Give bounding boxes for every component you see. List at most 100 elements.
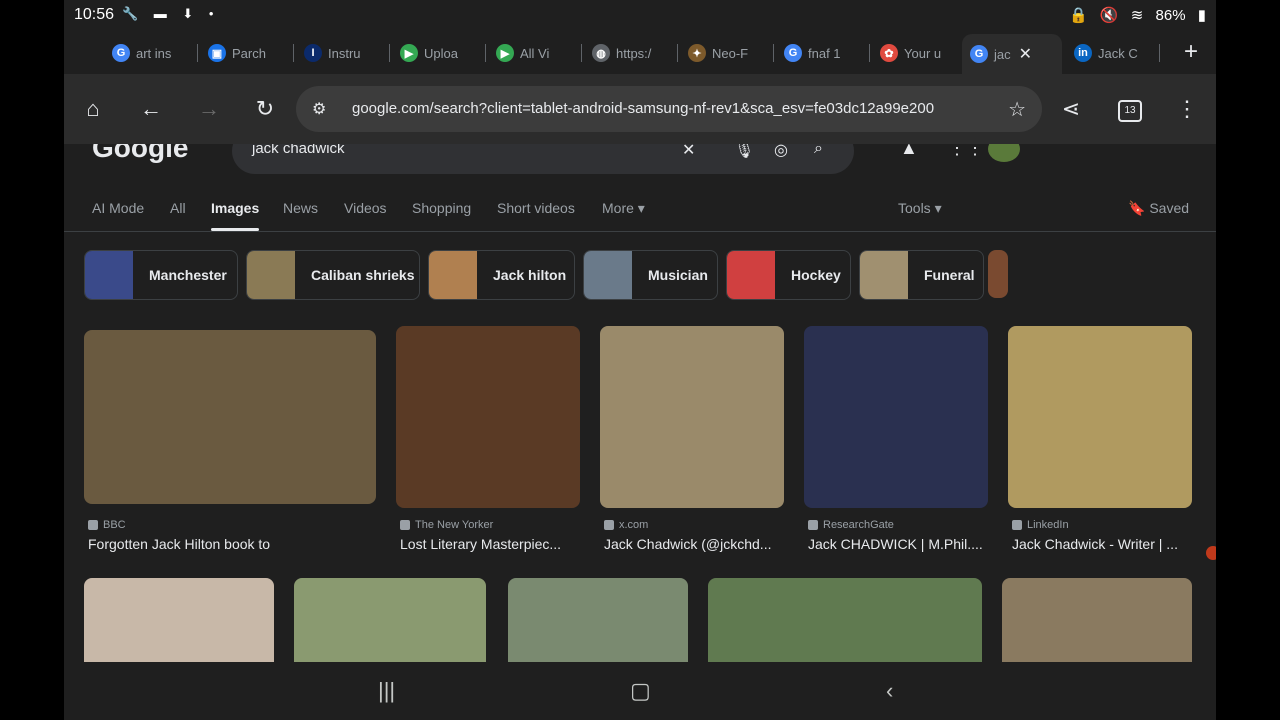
overflow-menu-icon[interactable]: ⋮ <box>1172 94 1202 124</box>
tab-title: art ins <box>136 45 172 61</box>
chip-thumbnail <box>429 251 477 299</box>
reload-icon[interactable]: ↻ <box>250 94 280 124</box>
result-image[interactable] <box>600 326 784 508</box>
result-source[interactable]: BBC <box>88 519 126 531</box>
mic-icon[interactable]: 🎙 <box>734 144 754 160</box>
related-chip[interactable]: Funeral <box>859 250 984 300</box>
result-image[interactable] <box>396 326 580 508</box>
filter-tab[interactable]: AI Mode <box>92 200 144 216</box>
result-image[interactable] <box>84 578 274 662</box>
filter-tab[interactable]: All <box>170 200 186 216</box>
related-chip[interactable]: Musician <box>583 250 718 300</box>
source-name: ResearchGate <box>823 519 894 531</box>
url-text[interactable]: google.com/search?client=tablet-android-… <box>352 100 974 117</box>
browser-tab[interactable]: ▶ Uploa <box>392 38 486 68</box>
browser-tab[interactable]: in Jack C <box>1066 38 1160 68</box>
chip-overflow[interactable] <box>988 250 1008 298</box>
result-image[interactable] <box>508 578 688 662</box>
recents-icon[interactable]: ||| <box>378 678 395 704</box>
result-caption[interactable]: Jack Chadwick - Writer | ... <box>1012 536 1196 552</box>
browser-tab[interactable]: ▣ Parch <box>200 38 294 68</box>
apps-grid-icon[interactable]: ⋮⋮ <box>948 144 984 159</box>
browser-tab[interactable]: ✦ Neo-F <box>680 38 774 68</box>
source-name: The New Yorker <box>415 519 494 531</box>
labs-icon[interactable]: ▲ <box>900 144 918 159</box>
new-tab-button[interactable]: + <box>1184 38 1198 66</box>
result-image[interactable] <box>708 578 982 662</box>
chip-thumbnail <box>247 251 295 299</box>
saved-label: Saved <box>1149 200 1190 216</box>
tab-title: Parch <box>232 45 266 61</box>
result-source[interactable]: ResearchGate <box>808 519 894 531</box>
tab-separator <box>197 44 198 62</box>
forward-icon[interactable]: → <box>194 94 224 124</box>
home-nav-icon[interactable]: ▢ <box>630 678 651 704</box>
home-icon[interactable]: ⌂ <box>78 94 108 124</box>
browser-tab[interactable]: I Instru <box>296 38 390 68</box>
clear-icon[interactable]: ✕ <box>682 144 695 160</box>
related-chip[interactable]: Hockey <box>726 250 851 300</box>
tab-favicon-icon: ▣ <box>208 44 226 62</box>
chip-label: Musician <box>648 267 708 283</box>
result-image[interactable] <box>294 578 486 662</box>
share-icon[interactable]: ⋖ <box>1056 94 1086 124</box>
filter-tab[interactable]: Images <box>211 200 259 216</box>
site-settings-icon[interactable]: ⚙ <box>312 99 326 119</box>
tools-button[interactable]: Tools ▾ <box>898 200 942 217</box>
browser-tab[interactable]: ✿ Your u <box>872 38 966 68</box>
tab-title: jac <box>994 46 1011 62</box>
result-image[interactable] <box>1008 326 1192 508</box>
filter-tab[interactable]: Videos <box>344 200 387 216</box>
address-bar[interactable]: ⚙ google.com/search?client=tablet-androi… <box>296 86 1042 132</box>
browser-tab[interactable]: ▶ All Vi <box>488 38 582 68</box>
result-source[interactable]: The New Yorker <box>400 519 493 531</box>
related-chip[interactable]: Manchester <box>84 250 238 300</box>
browser-tab[interactable]: Gfnaf 1 <box>776 38 870 68</box>
close-tab-icon[interactable]: ✕ <box>1019 44 1032 64</box>
back-icon[interactable]: ← <box>136 94 166 124</box>
chip-thumbnail <box>860 251 908 299</box>
chip-thumbnail <box>727 251 775 299</box>
source-favicon-icon <box>604 520 614 530</box>
result-image[interactable] <box>1002 578 1192 662</box>
result-source[interactable]: LinkedIn <box>1012 519 1069 531</box>
source-name: x.com <box>619 519 649 531</box>
floating-indicator[interactable] <box>1206 546 1216 560</box>
google-logo[interactable]: Google <box>92 144 188 164</box>
result-caption[interactable]: Lost Literary Masterpiec... <box>400 536 584 552</box>
result-image[interactable] <box>84 330 376 504</box>
bookmark-star-icon[interactable]: ☆ <box>1008 97 1026 122</box>
search-query[interactable]: jack chadwick <box>252 144 345 157</box>
browser-tab[interactable]: Gjac ✕ <box>962 34 1062 74</box>
tab-separator <box>773 44 774 62</box>
filter-tab[interactable]: Shopping <box>412 200 471 216</box>
tab-title: Neo-F <box>712 45 749 61</box>
related-chip[interactable]: Caliban shrieks <box>246 250 420 300</box>
tab-favicon-icon: ▶ <box>400 44 418 62</box>
back-nav-icon[interactable]: ‹ <box>886 678 893 704</box>
status-right-icons: 🔒 🔇 ≋ 86% ▮ <box>1061 6 1206 24</box>
saved-button[interactable]: 🔖 Saved <box>1128 200 1189 217</box>
avatar[interactable] <box>988 144 1020 162</box>
result-source[interactable]: x.com <box>604 519 648 531</box>
result-caption[interactable]: Jack Chadwick (@jckchd... <box>604 536 788 552</box>
chip-label: Jack hilton <box>493 267 567 283</box>
browser-tab[interactable]: ◍ https:/ <box>584 38 678 68</box>
tab-title: Your u <box>904 45 942 61</box>
chip-thumbnail <box>584 251 632 299</box>
filter-tab[interactable]: News <box>283 200 318 216</box>
lens-icon[interactable]: ◎ <box>774 144 788 160</box>
tab-count-button[interactable]: 13 <box>1118 100 1142 122</box>
search-input[interactable]: jack chadwick ✕ 🎙 ◎ ⌕ <box>232 144 854 174</box>
result-image[interactable] <box>804 326 988 508</box>
search-icon[interactable]: ⌕ <box>814 144 823 158</box>
tab-separator <box>485 44 486 62</box>
browser-tab-strip: Gart ins ▣ Parch I Instru ▶ Uploa ▶ All Vi ◍ https… <box>64 30 1216 74</box>
tab-favicon-icon: G <box>970 45 988 63</box>
related-chip[interactable]: Jack hilton <box>428 250 575 300</box>
filter-tab[interactable]: Short videos <box>497 200 575 216</box>
result-caption[interactable]: Jack CHADWICK | M.Phil.... <box>808 536 992 552</box>
filter-tab[interactable]: More ▾ <box>602 200 645 217</box>
browser-tab[interactable]: Gart ins <box>104 38 198 68</box>
result-caption[interactable]: Forgotten Jack Hilton book to be ... <box>88 536 272 552</box>
